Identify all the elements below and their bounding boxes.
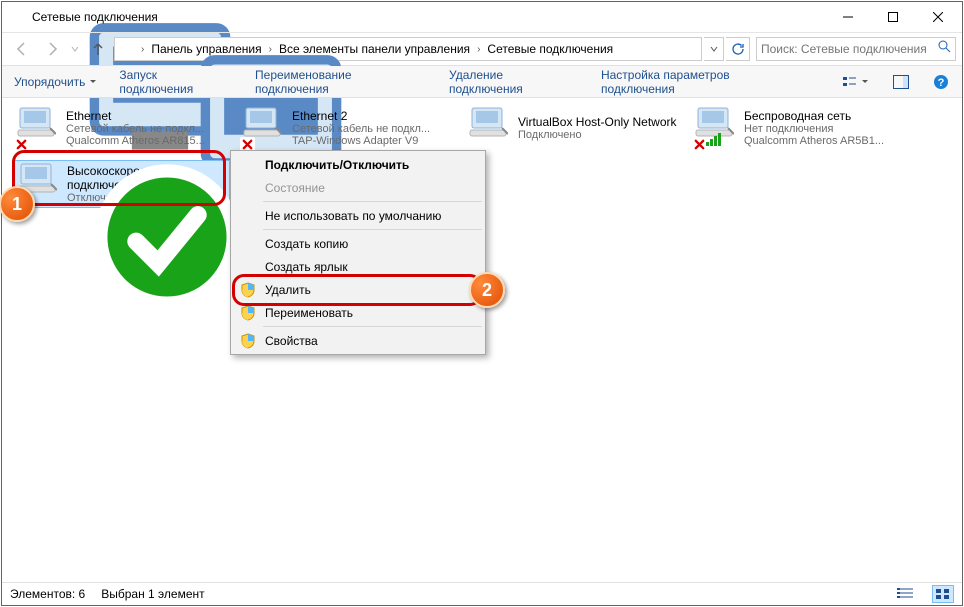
chevron-right-icon[interactable]: ›: [477, 44, 480, 55]
preview-pane-button[interactable]: [888, 70, 914, 94]
item-status: Нет подключения: [744, 123, 884, 135]
separator: [263, 201, 482, 202]
minimize-button[interactable]: [825, 3, 870, 32]
ctx-connect[interactable]: Подключить/Отключить: [233, 153, 483, 176]
navbar: › Панель управления › Все элементы панел…: [2, 32, 962, 66]
wifi-signal-icon: [706, 132, 721, 146]
item-device: TAP-Windows Adapter V9: [292, 135, 430, 147]
svg-text:?: ?: [938, 77, 945, 89]
search-input[interactable]: [761, 42, 934, 56]
chevron-right-icon[interactable]: ›: [141, 44, 144, 55]
connection-wifi[interactable]: Беспроводная сетьНет подключенияQualcomm…: [690, 104, 908, 152]
ctx-status: Состояние: [233, 176, 483, 199]
item-name: Ethernet: [66, 109, 205, 123]
nic-icon: [242, 106, 282, 138]
connection-pppoe[interactable]: Высокоскоростное подключениеОтключено: [12, 160, 230, 208]
annotation-number-1: 1: [0, 186, 35, 222]
item-status: Сетевой кабель не подкл...: [66, 123, 205, 135]
window-title: Сетевые подключения: [32, 10, 825, 24]
status-item-count: Элементов: 6: [10, 587, 85, 601]
item-name: VirtualBox Host-Only Network: [518, 115, 677, 129]
item-device: Qualcomm Atheros AR5B1...: [744, 135, 884, 147]
connection-settings-button[interactable]: Настройка параметров подключения: [597, 69, 809, 95]
item-status: Подключено: [518, 129, 677, 141]
view-tiles-button[interactable]: [932, 585, 954, 603]
forward-button[interactable]: [38, 36, 66, 62]
item-name: Ethernet 2: [292, 109, 430, 123]
breadcrumb-icon: [121, 41, 137, 57]
item-name: Беспроводная сеть: [744, 109, 884, 123]
statusbar: Элементов: 6 Выбран 1 элемент: [2, 582, 962, 605]
default-check-icon: [17, 162, 34, 179]
up-button[interactable]: [84, 36, 112, 62]
shield-icon: [240, 282, 256, 298]
ctx-shortcut[interactable]: Создать ярлык: [233, 255, 483, 278]
titlebar: Сетевые подключения: [2, 2, 962, 32]
ctx-default[interactable]: Не использовать по умолчанию: [233, 204, 483, 227]
item-status: Сетевой кабель не подкл...: [292, 123, 430, 135]
nic-icon: [468, 106, 508, 138]
rename-connection-button[interactable]: Переименование подключения: [251, 69, 431, 95]
refresh-button[interactable]: [726, 37, 750, 61]
connection-ethernet2[interactable]: Ethernet 2Сетевой кабель не подкл...TAP-…: [238, 104, 456, 152]
crumb-network-connections[interactable]: Сетевые подключения: [484, 38, 616, 60]
window: Сетевые подключения › Панель управления …: [1, 1, 963, 606]
search-icon[interactable]: [938, 40, 951, 58]
crumb-all-items[interactable]: Все элементы панели управления: [276, 38, 473, 60]
app-icon: [10, 9, 26, 25]
organize-button[interactable]: Упорядочить: [10, 69, 101, 95]
view-options-button[interactable]: [837, 70, 875, 94]
breadcrumb-dropdown[interactable]: [704, 37, 724, 61]
search-box[interactable]: [756, 37, 956, 61]
close-button[interactable]: [915, 3, 960, 32]
ctx-copy[interactable]: Создать копию: [233, 232, 483, 255]
shield-icon: [240, 305, 256, 321]
disconnected-icon: [692, 137, 707, 152]
context-menu: Подключить/Отключить Состояние Не исполь…: [230, 150, 486, 355]
delete-connection-button[interactable]: Удаление подключения: [445, 69, 583, 95]
content-area[interactable]: EthernetСетевой кабель не подкл...Qualco…: [2, 98, 962, 582]
disconnected-icon: [14, 137, 29, 152]
ctx-delete[interactable]: Удалить: [233, 278, 483, 301]
separator: [263, 326, 482, 327]
start-connection-button[interactable]: Запуск подключения: [115, 69, 237, 95]
history-dropdown[interactable]: [68, 37, 82, 61]
breadcrumb[interactable]: › Панель управления › Все элементы панел…: [114, 37, 702, 61]
item-device: Qualcomm Atheros AR815...: [66, 135, 205, 147]
status-selection: Выбран 1 элемент: [101, 587, 204, 601]
help-button[interactable]: ?: [928, 70, 954, 94]
separator: [263, 229, 482, 230]
maximize-button[interactable]: [870, 3, 915, 32]
view-details-button[interactable]: [894, 585, 916, 603]
connection-virtualbox[interactable]: VirtualBox Host-Only NetworkПодключено: [464, 104, 682, 152]
back-button[interactable]: [8, 36, 36, 62]
chevron-right-icon[interactable]: ›: [269, 44, 272, 55]
annotation-number-2: 2: [469, 272, 505, 308]
ctx-rename[interactable]: Переименовать: [233, 301, 483, 324]
connection-ethernet[interactable]: EthernetСетевой кабель не подкл...Qualco…: [12, 104, 230, 152]
crumb-control-panel[interactable]: Панель управления: [148, 38, 264, 60]
ctx-properties[interactable]: Свойства: [233, 329, 483, 352]
toolbar: Упорядочить Запуск подключения Переимено…: [2, 66, 962, 98]
shield-icon: [240, 333, 256, 349]
nic-icon: [16, 106, 56, 138]
